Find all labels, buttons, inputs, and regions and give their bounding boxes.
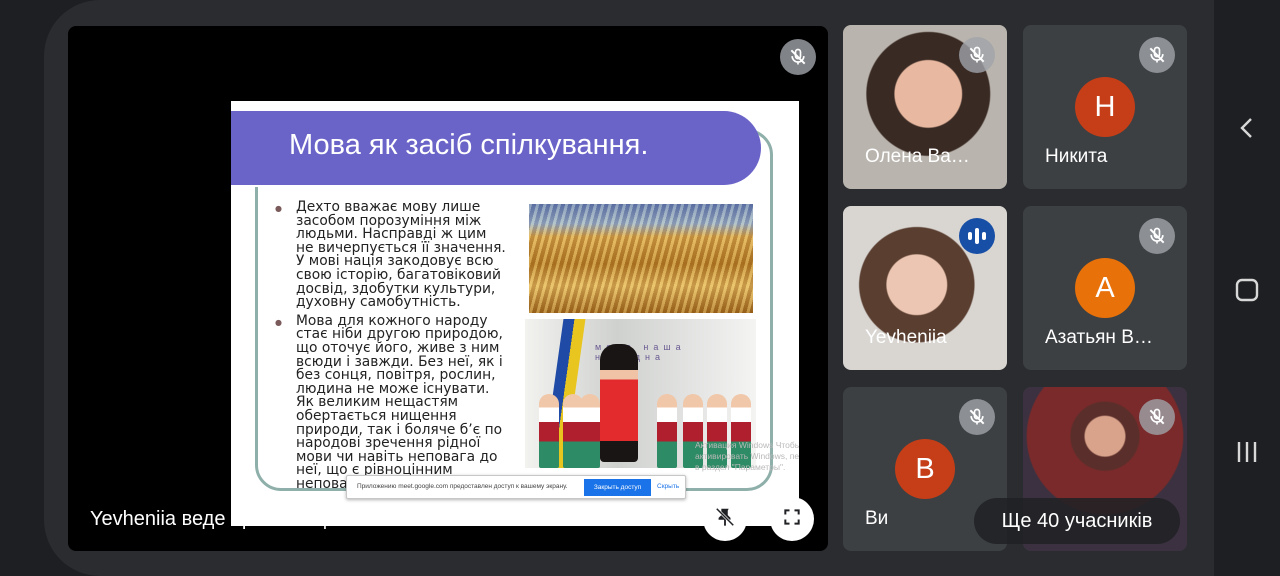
participant-tile-yevheniia[interactable]: Yevheniia [843, 206, 1007, 370]
slide-bullets: Дехто вважає мову лише засобом порозумін… [275, 200, 507, 496]
avatar: Н [1075, 77, 1135, 137]
share-notice-text: Приложению meet.google.com предоставлен … [357, 483, 568, 490]
slide-title: Мова як засіб спілкування. [289, 129, 649, 161]
presenter-label: Yevheniia веде презентацію [90, 508, 346, 530]
recents-icon[interactable] [1230, 435, 1264, 469]
more-participants-button[interactable]: Ще 40 учасників [974, 498, 1180, 544]
slide-bullet: Мова для кожного народу стає ніби другою… [275, 314, 507, 492]
screen-share-notice: Приложению meet.google.com предоставлен … [346, 475, 686, 499]
participant-tile-nykyta[interactable]: Н Никита [1023, 25, 1187, 189]
mic-off-icon [1139, 399, 1175, 435]
wheat-field-image [529, 204, 753, 313]
mic-off-icon [780, 39, 816, 75]
unpin-button[interactable] [703, 497, 747, 541]
participant-name: Азатьян В… [1045, 327, 1153, 348]
mic-off-icon [959, 37, 995, 73]
fullscreen-button[interactable] [770, 497, 814, 541]
avatar: А [1075, 258, 1135, 318]
mic-off-icon [959, 399, 995, 435]
mic-off-icon [1139, 37, 1175, 73]
participant-name: Никита [1045, 146, 1108, 167]
participant-tile-olena[interactable]: Олена Ва… [843, 25, 1007, 189]
presentation-stage[interactable]: Мова як засіб спілкування. Дехто вважає … [68, 26, 828, 551]
participant-tile-azatian[interactable]: А Азатьян В… [1023, 206, 1187, 370]
system-navigation-bar [1214, 0, 1280, 576]
slide-bullet: Дехто вважає мову лише засобом порозумін… [275, 200, 507, 310]
home-icon[interactable] [1230, 273, 1264, 307]
participant-name: Олена Ва… [865, 146, 970, 167]
back-icon[interactable] [1230, 111, 1264, 145]
mic-off-icon [1139, 218, 1175, 254]
avatar: В [895, 439, 955, 499]
participant-name: Ви [865, 508, 889, 529]
activation-watermark: Активация Windows Чтобы активировать Win… [695, 440, 799, 472]
stop-sharing-button[interactable]: Закрыть доступ [584, 479, 651, 496]
singer-figure [600, 344, 638, 462]
title-underline [231, 185, 733, 187]
participant-name: Yevheniia [865, 327, 947, 348]
shared-slide: Мова як засіб спілкування. Дехто вважає … [231, 101, 799, 526]
hide-notice-button[interactable]: Скрыть [657, 483, 679, 490]
fullscreen-icon [782, 507, 802, 532]
unpin-icon [714, 506, 736, 533]
audio-level-icon [959, 218, 995, 254]
